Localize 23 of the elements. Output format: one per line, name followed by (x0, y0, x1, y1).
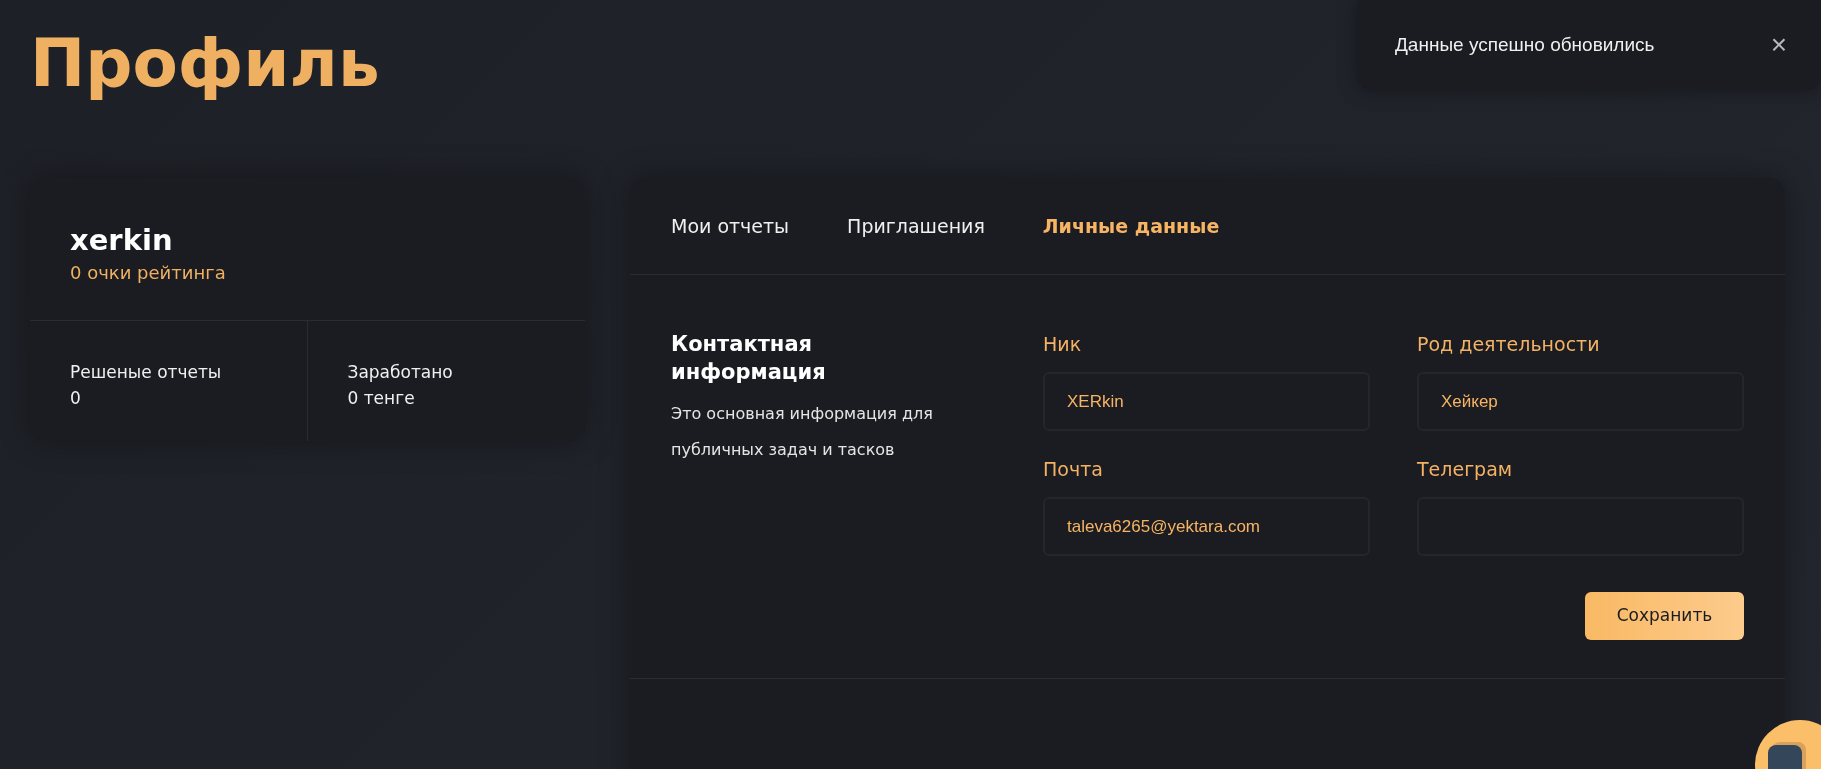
stat-label: Заработано (347, 361, 453, 384)
section-title: Контактная информация (671, 331, 827, 386)
field-label: Род деятельности (1417, 332, 1600, 357)
input-field[interactable]: XERkin (1043, 372, 1370, 431)
close-button[interactable]: × (1770, 31, 1787, 59)
toast-message: Данные успешно обновились (1395, 32, 1655, 57)
field-label: Почта (1043, 457, 1103, 482)
field-label: Ник (1043, 332, 1082, 357)
stat-label: Решеные отчеты (70, 361, 222, 384)
input-field[interactable]: Хейкер (1417, 372, 1744, 431)
field-label: Телеграм (1417, 457, 1513, 482)
tab[interactable]: Личные данные (1042, 211, 1220, 241)
input-field[interactable]: taleva6265@yektara.com (1043, 497, 1370, 556)
tab[interactable]: Мои отчеты (671, 211, 790, 241)
stat-value: 0 (70, 387, 81, 410)
save-button[interactable]: Сохранить (1585, 592, 1744, 640)
stat-value: 0 тенге (347, 387, 415, 410)
username: xerkin (70, 222, 173, 258)
chat-icon (1768, 740, 1808, 769)
tab[interactable]: Приглашения (847, 211, 985, 241)
page-title: Профиль (30, 24, 380, 104)
rating-points: 0 очки рейтинга (70, 261, 226, 285)
section-description: Это основная информация для публичных задач и тасков (671, 403, 934, 461)
